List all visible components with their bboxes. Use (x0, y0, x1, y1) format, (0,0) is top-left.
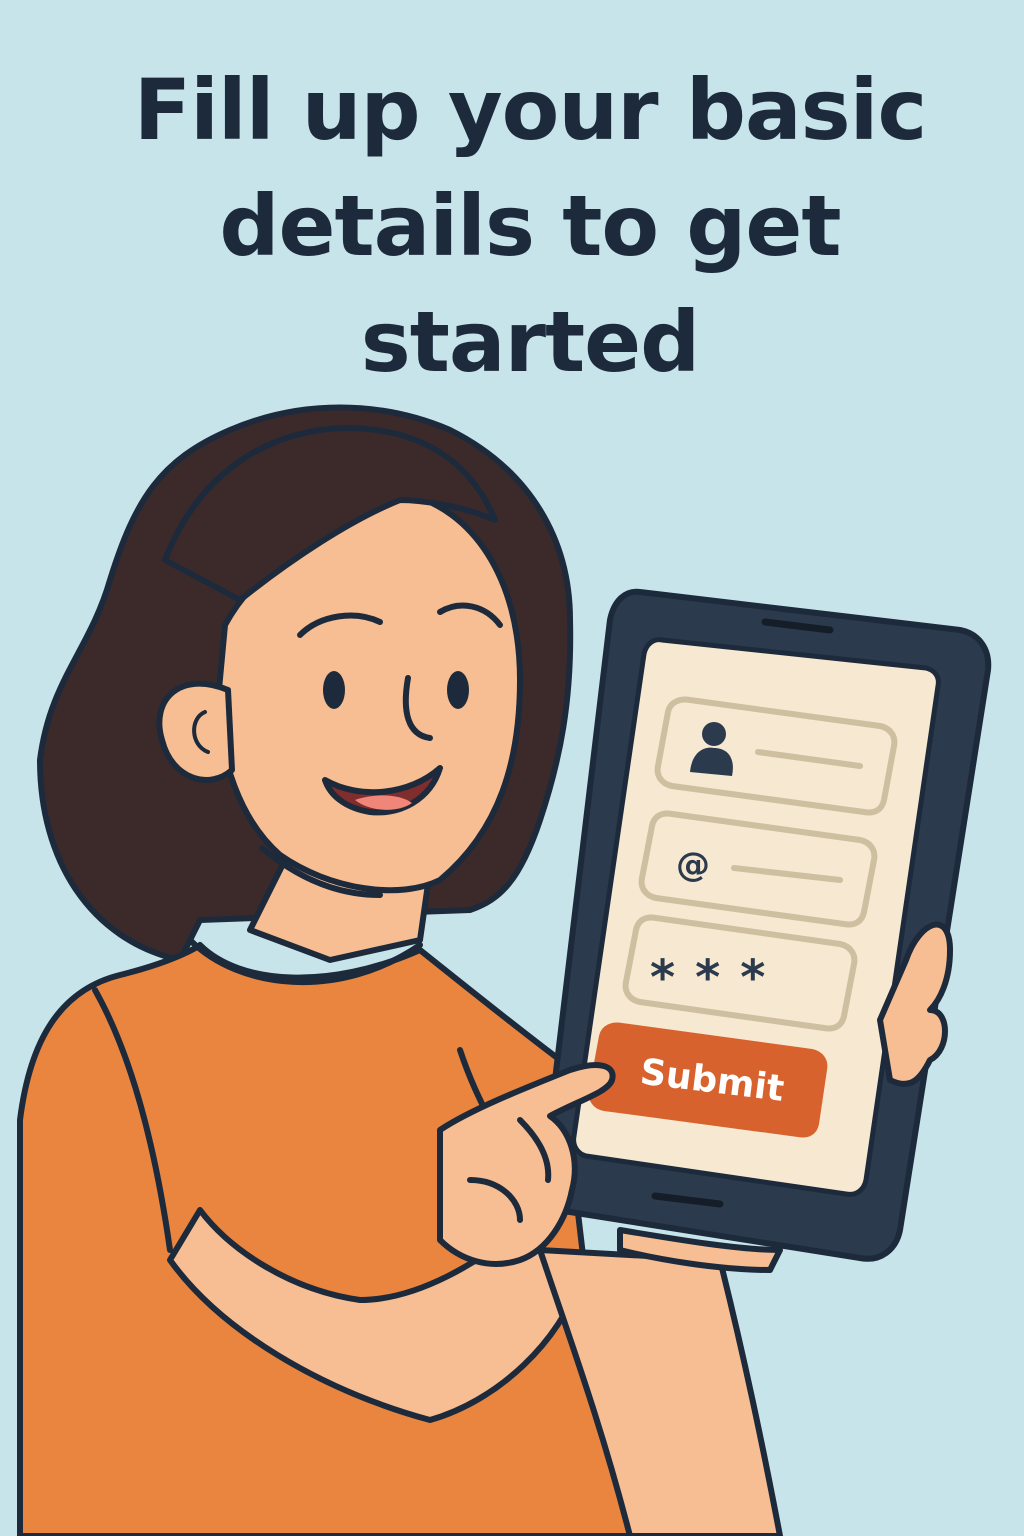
right-eye (447, 671, 469, 709)
illustration: @ *** Submit (17, 404, 992, 1536)
password-mask: *** (650, 950, 785, 1006)
at-sign-icon: @ (676, 845, 710, 885)
left-eye (323, 671, 345, 709)
